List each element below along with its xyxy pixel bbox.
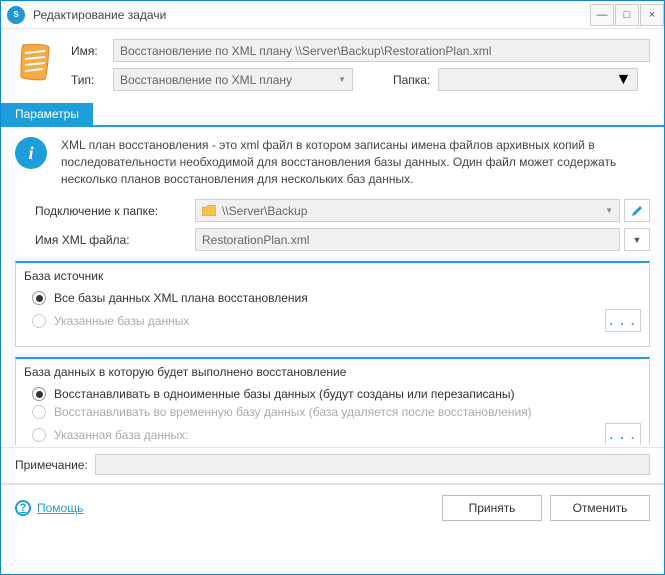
connection-select[interactable]: \\Server\Backup ▼ <box>195 199 620 222</box>
note-row: Примечание: <box>1 448 664 481</box>
chevron-down-icon: ▼ <box>615 71 631 89</box>
xml-name-label: Имя XML файла: <box>15 233 195 247</box>
chevron-down-icon: ▼ <box>633 235 642 245</box>
tab-parameters[interactable]: Параметры <box>1 103 93 125</box>
group-source-title: База источник <box>24 269 641 283</box>
note-label: Примечание: <box>15 458 95 472</box>
help-label: Помощь <box>37 501 83 515</box>
titlebar: S Редактирование задачи — □ × <box>1 1 664 29</box>
close-button[interactable]: × <box>640 4 664 26</box>
tabstrip: Параметры <box>1 103 664 127</box>
type-select[interactable]: Восстановление по XML плану ▼ <box>113 68 353 91</box>
footer: ? Помощь Принять Отменить <box>1 484 664 531</box>
name-input[interactable] <box>113 39 650 62</box>
folder-label: Папка: <box>393 73 430 87</box>
group-target: База данных в которую будет выполнено во… <box>15 357 650 445</box>
radio-same-name[interactable] <box>32 387 46 401</box>
info-icon: i <box>15 137 47 169</box>
radio-specified-db[interactable] <box>32 428 46 442</box>
chevron-down-icon: ▼ <box>605 206 613 215</box>
type-value: Восстановление по XML плану <box>120 73 292 87</box>
xml-dropdown-button[interactable]: ▼ <box>624 228 650 251</box>
minimize-button[interactable]: — <box>590 4 614 26</box>
pencil-icon <box>630 204 644 218</box>
folder-select[interactable]: ▼ <box>438 68 638 91</box>
maximize-button[interactable]: □ <box>615 4 639 26</box>
app-icon: S <box>7 6 25 24</box>
name-label: Имя: <box>71 44 113 58</box>
xml-name-value: RestorationPlan.xml <box>202 233 309 247</box>
connection-value: \\Server\Backup <box>222 204 307 218</box>
select-databases-button[interactable]: . . . <box>605 309 641 332</box>
document-icon <box>15 41 57 83</box>
type-label: Тип: <box>71 73 113 87</box>
folder-icon <box>202 205 216 216</box>
header: Имя: Тип: Восстановление по XML плану ▼ … <box>1 29 664 103</box>
content-panel: i XML план восстановления - это xml файл… <box>1 127 664 445</box>
info-text: XML план восстановления - это xml файл в… <box>61 137 650 187</box>
edit-connection-button[interactable] <box>624 199 650 222</box>
radio-same-label: Восстанавливать в одноименные базы данны… <box>54 387 514 401</box>
connection-label: Подключение к папке: <box>15 204 195 218</box>
group-target-title: База данных в которую будет выполнено во… <box>24 365 641 379</box>
accept-button[interactable]: Принять <box>442 495 542 521</box>
radio-all-databases[interactable] <box>32 291 46 305</box>
radio-specified-label: Указанная база данных: <box>54 428 189 442</box>
window-title: Редактирование задачи <box>33 8 589 22</box>
chevron-down-icon: ▼ <box>338 75 346 84</box>
note-input[interactable] <box>95 454 650 475</box>
radio-all-label: Все базы данных XML плана восстановления <box>54 291 308 305</box>
group-source: База источник Все базы данных XML плана … <box>15 261 650 347</box>
cancel-button[interactable]: Отменить <box>550 495 650 521</box>
radio-temp-db[interactable] <box>32 405 46 419</box>
xml-name-input[interactable]: RestorationPlan.xml <box>195 228 620 251</box>
help-icon: ? <box>15 500 31 516</box>
radio-selected-label: Указанные базы данных <box>54 314 189 328</box>
radio-selected-databases[interactable] <box>32 314 46 328</box>
select-target-button[interactable]: . . . <box>605 423 641 445</box>
radio-temp-label: Восстанавливать во временную базу данных… <box>54 405 532 419</box>
help-link[interactable]: ? Помощь <box>15 500 83 516</box>
